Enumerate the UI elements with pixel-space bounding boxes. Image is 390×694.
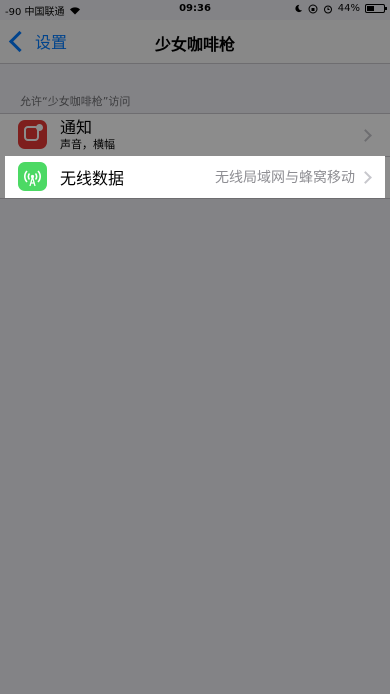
chevron-right-icon xyxy=(359,128,372,142)
page-title: 少女咖啡枪 xyxy=(154,35,235,54)
notifications-row[interactable]: 通知 声音，横幅 xyxy=(0,114,390,156)
notifications-title: 通知 xyxy=(60,118,93,137)
wireless-data-value: 无线局域网与蜂窝移动 xyxy=(215,170,355,186)
lock-rotation-icon xyxy=(308,4,318,13)
wireless-data-title: 无线数据 xyxy=(60,169,125,188)
status-right: 44% xyxy=(294,3,387,14)
notification-app-icon xyxy=(18,120,47,149)
wireless-data-row[interactable]: 无线数据 无线局域网与蜂窝移动 xyxy=(5,156,385,198)
navigation-bar: 设置 少女咖啡枪 xyxy=(0,20,390,64)
battery-icon xyxy=(365,4,387,13)
notification-app-icon-dot xyxy=(36,124,43,131)
alarm-icon xyxy=(323,5,332,13)
moon-icon xyxy=(295,4,302,13)
status-bar: -90 中国联通 09:36 44% xyxy=(0,0,390,20)
battery-fill xyxy=(367,6,375,11)
notifications-subtitle: 声音，横幅 xyxy=(60,138,115,151)
wireless-data-app-icon xyxy=(18,162,47,191)
section-header: 允许“少女咖啡枪”访问 xyxy=(20,95,131,108)
chevron-right-icon xyxy=(359,170,372,184)
battery-percent: 44% xyxy=(337,3,360,14)
antenna-icon xyxy=(24,170,41,187)
notifications-text: 通知 声音，横幅 xyxy=(60,118,115,152)
